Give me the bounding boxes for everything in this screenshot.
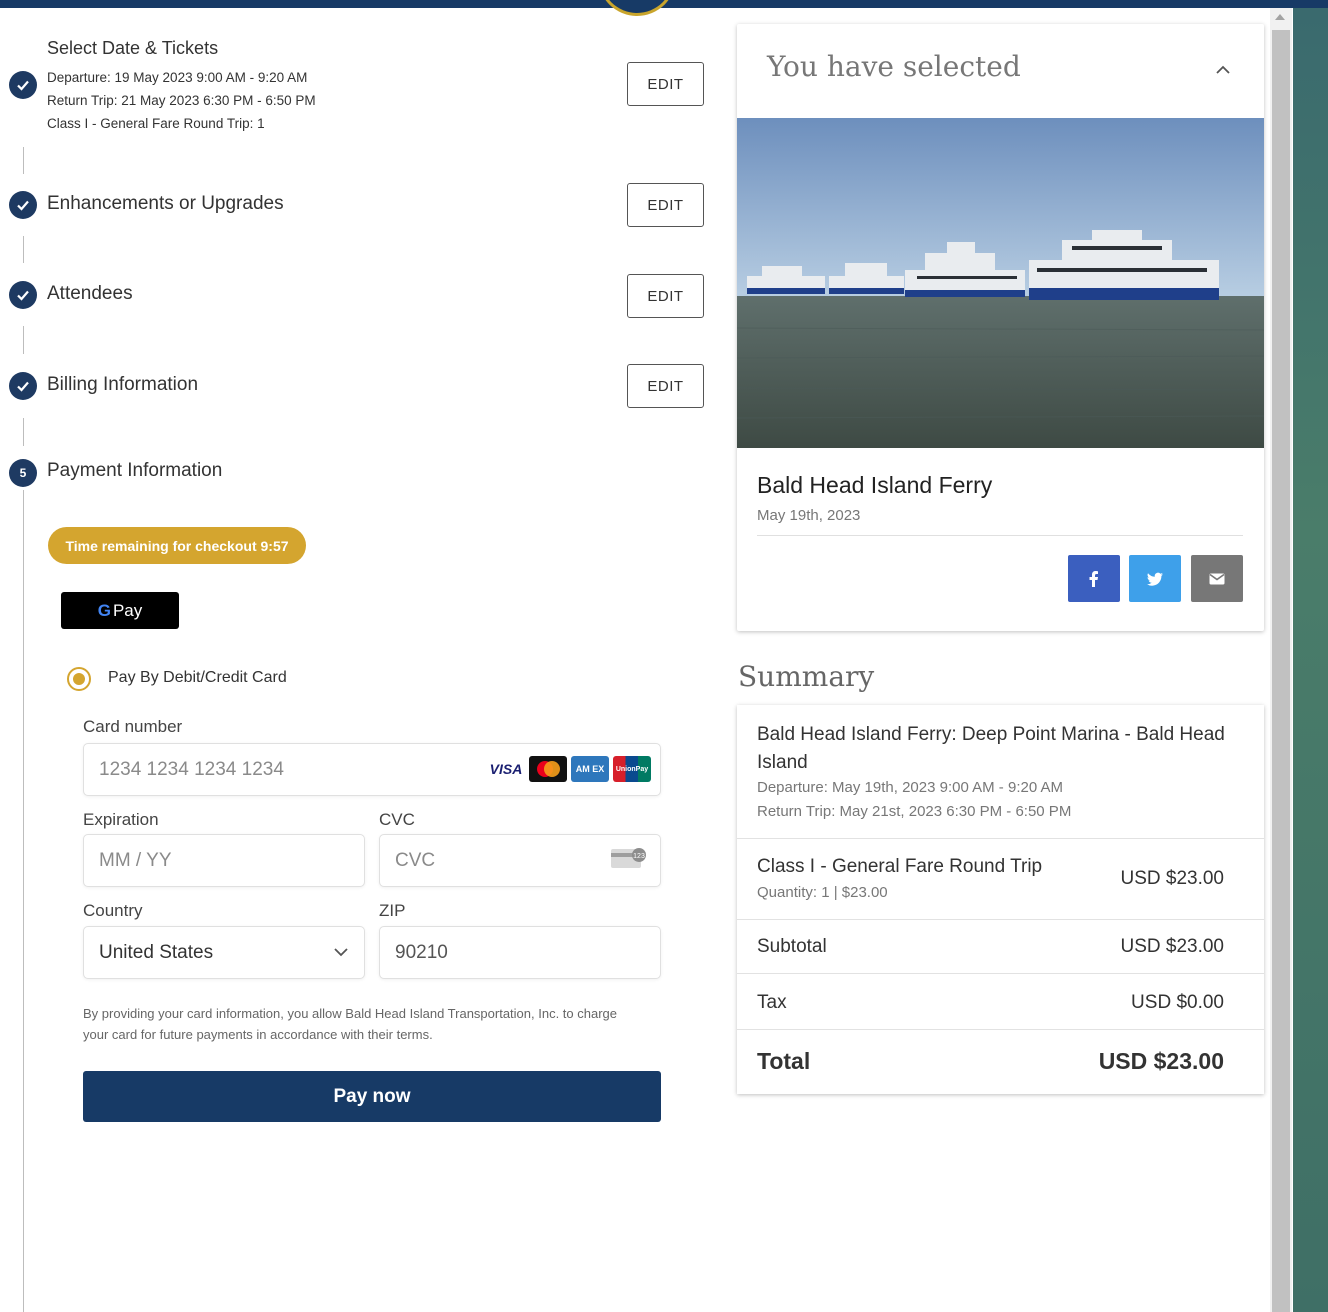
step-title-enhancements: Enhancements or Upgrades <box>47 193 284 214</box>
divider <box>737 838 1264 839</box>
subtotal-label: Subtotal <box>757 936 827 957</box>
step-complete-check-icon <box>9 71 37 99</box>
scroll-up-arrow-icon[interactable] <box>1275 14 1285 20</box>
pay-by-card-label: Pay By Debit/Credit Card <box>108 669 287 686</box>
scrollbar[interactable] <box>1270 8 1292 1312</box>
country-select[interactable]: United States <box>83 926 365 979</box>
step-detail-departure: Departure: 19 May 2023 9:00 AM - 9:20 AM <box>47 70 308 85</box>
brand-logo <box>598 0 676 16</box>
step-complete-check-icon <box>9 281 37 309</box>
expiration-label: Expiration <box>83 810 159 829</box>
svg-text:123: 123 <box>633 853 645 860</box>
ferry-photo <box>737 118 1264 448</box>
tax-value: USD $0.00 <box>1131 992 1224 1013</box>
event-name: Bald Head Island Ferry <box>757 472 993 498</box>
pay-now-button[interactable]: Pay now <box>83 1071 661 1122</box>
summary-departure: Departure: May 19th, 2023 9:00 AM - 9:20… <box>757 779 1064 796</box>
subtotal-value: USD $23.00 <box>1120 936 1224 957</box>
edit-billing-button[interactable]: EDIT <box>627 364 704 408</box>
email-icon <box>1209 573 1225 584</box>
selection-heading: You have selected <box>767 50 1021 83</box>
radio-selected-dot <box>73 673 85 685</box>
total-label: Total <box>757 1048 811 1074</box>
step-number: 5 <box>19 466 27 480</box>
twitter-icon <box>1147 572 1163 586</box>
step-connector <box>23 326 24 354</box>
chevron-down-icon <box>334 948 348 957</box>
amex-icon: AM EX <box>571 756 609 782</box>
step-detail-return: Return Trip: 21 May 2023 6:30 PM - 6:50 … <box>47 93 316 108</box>
edit-enhancements-button[interactable]: EDIT <box>627 183 704 227</box>
card-number-label: Card number <box>83 717 183 736</box>
step-title-billing: Billing Information <box>47 374 199 395</box>
divider <box>737 973 1264 974</box>
google-pay-label: Pay <box>112 600 143 620</box>
google-pay-button[interactable]: G Pay <box>61 592 179 629</box>
card-disclaimer-text: By providing your card information, you … <box>83 1006 618 1042</box>
step-connector <box>23 418 24 446</box>
scrollbar-thumb[interactable] <box>1272 30 1290 1312</box>
divider <box>757 535 1243 536</box>
facebook-share-button[interactable] <box>1068 555 1120 602</box>
step-connector <box>23 236 24 263</box>
edit-select-date-button[interactable]: EDIT <box>627 62 704 106</box>
summary-item-quantity: Quantity: 1 | $23.00 <box>757 884 888 901</box>
expiration-input[interactable] <box>83 834 365 887</box>
facebook-icon <box>1089 570 1098 587</box>
background-edge <box>1293 8 1328 1312</box>
cvc-label: CVC <box>379 810 415 829</box>
step-detail-class: Class I - General Fare Round Trip: 1 <box>47 116 265 131</box>
event-date: May 19th, 2023 <box>757 507 861 524</box>
email-share-button[interactable] <box>1191 555 1243 602</box>
step-number-badge: 5 <box>9 459 37 487</box>
checkout-timer-badge: Time remaining for checkout 9:57 <box>48 527 306 564</box>
zip-input[interactable] <box>379 926 661 979</box>
tax-label: Tax <box>757 992 787 1013</box>
summary-trip-title: Bald Head Island Ferry: Deep Point Marin… <box>757 724 1225 773</box>
step-connector <box>23 147 24 174</box>
google-g-icon: G <box>97 600 111 620</box>
card-brand-logos: VISA AM EX UnionPay <box>487 756 651 782</box>
selection-card: You have selected Bald Head Island Ferry… <box>737 24 1264 631</box>
unionpay-icon: UnionPay <box>613 756 651 782</box>
summary-item-price: USD $23.00 <box>1120 868 1224 889</box>
divider <box>737 919 1264 920</box>
summary-heading: Summary <box>738 660 875 693</box>
step-complete-check-icon <box>9 191 37 219</box>
zip-label: ZIP <box>379 901 406 920</box>
step-title-attendees: Attendees <box>47 283 133 304</box>
divider <box>737 1029 1264 1030</box>
step-complete-check-icon <box>9 372 37 400</box>
summary-return: Return Trip: May 21st, 2023 6:30 PM - 6:… <box>757 803 1072 820</box>
cvc-card-icon: 123 <box>611 848 646 868</box>
chevron-up-icon[interactable] <box>1215 64 1231 76</box>
pay-by-card-radio[interactable] <box>67 667 91 691</box>
total-value: USD $23.00 <box>1098 1048 1224 1074</box>
step-title-select-date: Select Date & Tickets <box>47 38 219 58</box>
summary-item-name: Class I - General Fare Round Trip <box>757 856 1043 877</box>
twitter-share-button[interactable] <box>1129 555 1181 602</box>
edit-attendees-button[interactable]: EDIT <box>627 274 704 318</box>
step-title-payment: Payment Information <box>47 460 223 481</box>
visa-icon: VISA <box>487 756 525 782</box>
country-label: Country <box>83 901 143 920</box>
summary-card: Bald Head Island Ferry: Deep Point Marin… <box>737 705 1264 1094</box>
mastercard-icon <box>529 756 567 782</box>
step-connector <box>23 490 24 1312</box>
